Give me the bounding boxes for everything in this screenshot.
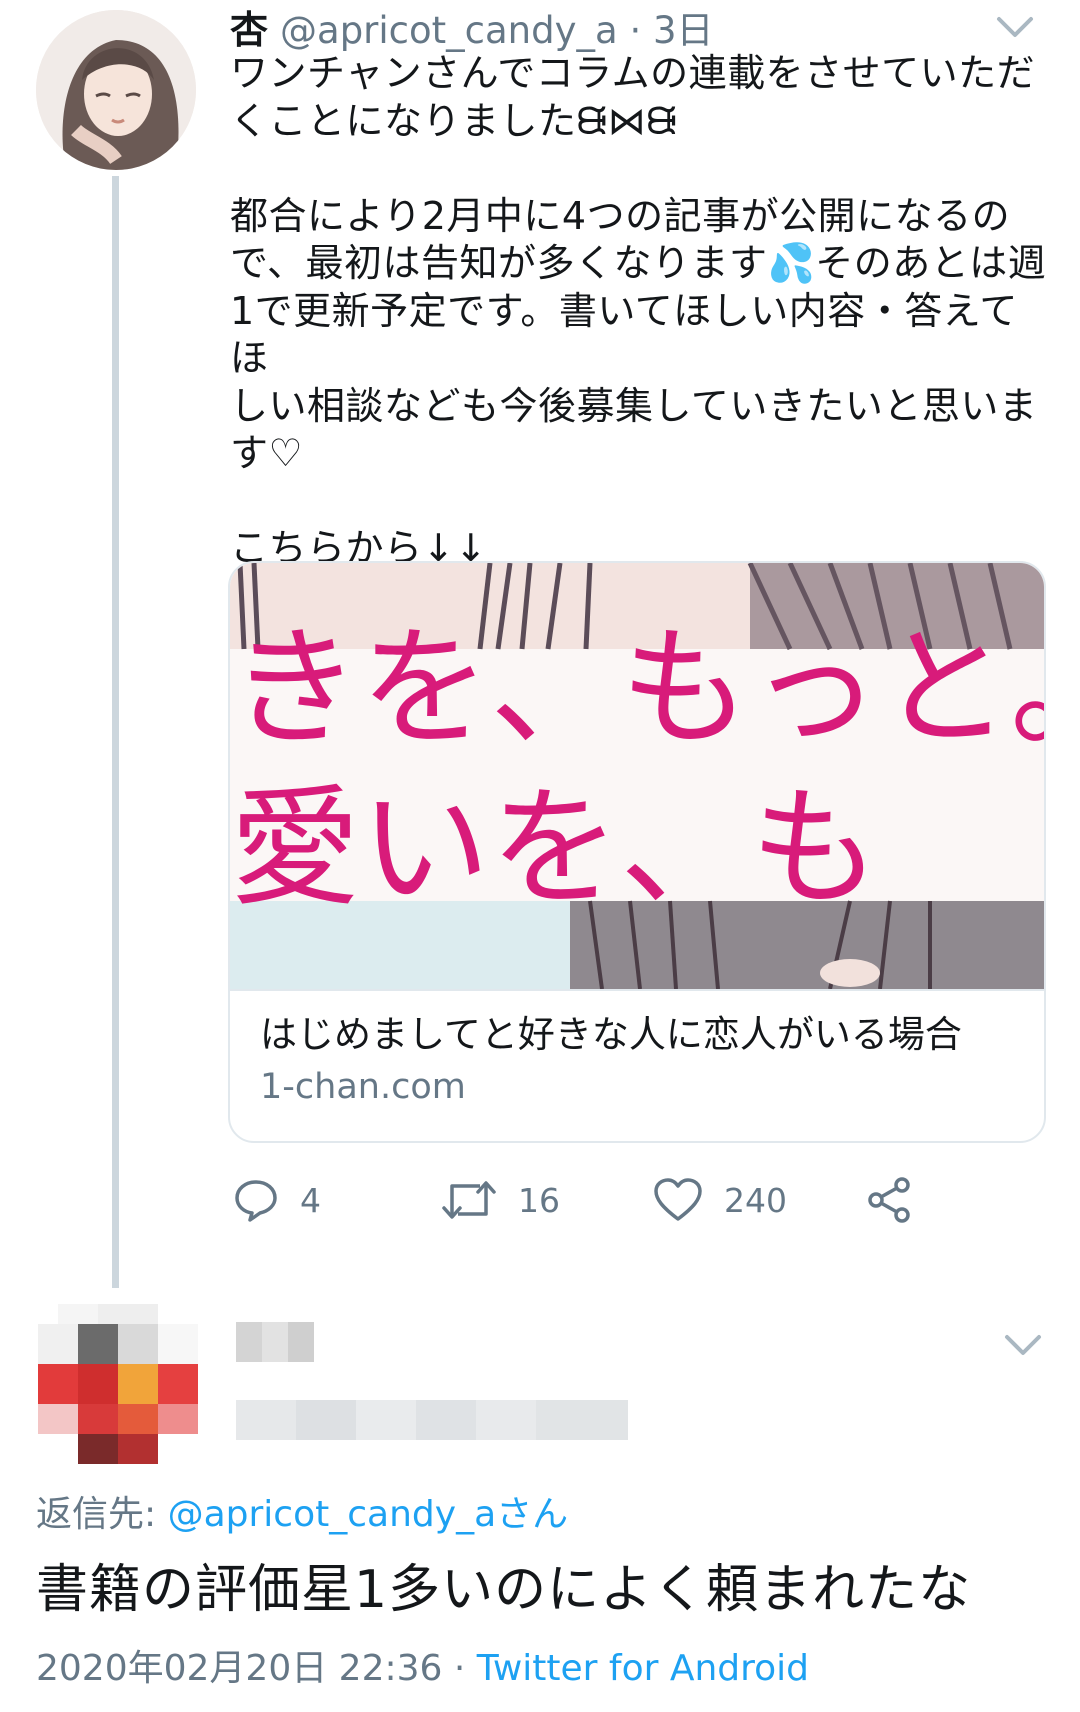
card-domain[interactable]: 1-chan.com [260,1063,466,1111]
author-avatar[interactable] [36,10,196,170]
card-image-text-1: きを、もっと。 [230,612,1044,764]
reply-handle-pixelated [236,1400,628,1440]
reply-to-line: 返信先: @apricot_candy_aさん [36,1490,568,1540]
retweet-count: 16 [518,1180,560,1220]
reply-count: 4 [300,1180,321,1220]
card-image-text-2: 愛いを、も [230,772,880,924]
reply-menu-chevron-down-icon[interactable] [1004,1330,1042,1360]
avatar-illustration [36,10,196,170]
tweet-menu-chevron-down-icon[interactable] [996,12,1034,42]
thread-connector-line [112,176,119,1288]
card-image: きを、もっと。 愛いを、も [230,563,1044,989]
handle[interactable]: @apricot_candy_a [280,9,618,52]
reply-source-link[interactable]: Twitter for Android [477,1648,809,1689]
reply-to-prefix: 返信先: [36,1494,157,1535]
retweet-button[interactable]: 16 [440,1172,560,1228]
display-name[interactable]: 杏 [230,8,268,52]
card-title[interactable]: はじめましてと好きな人に恋人がいる場合 [260,1011,1030,1059]
retweet-icon [442,1181,496,1219]
tweet-text: ワンチャンさんでコラムの連載をさせていただ くことになりましたᙠ⋈ᙠ 都合により… [230,51,1047,570]
reply-display-name-pixelated [236,1322,314,1362]
share-button[interactable] [866,1172,914,1228]
meta-separator: · [453,1648,466,1689]
reply-author-avatar-pixelated[interactable] [38,1304,198,1464]
time-ago[interactable]: 3日 [653,9,714,52]
card-divider [230,989,1044,991]
reply-meta: 2020年02月20日 22:36 · Twitter for Android [36,1644,809,1694]
share-icon [868,1177,910,1223]
reply-timestamp: 2020年02月20日 22:36 [36,1648,443,1689]
reply-button[interactable]: 4 [232,1172,321,1228]
reply-icon [235,1180,277,1222]
like-count: 240 [724,1180,787,1220]
reply-to-mention[interactable]: @apricot_candy_aさん [168,1494,569,1535]
link-card[interactable]: きを、もっと。 愛いを、も はじめましてと好きな人に恋人がいる場合 1-chan… [228,561,1046,1143]
reply-text: 書籍の評価星1多いのによく頼まれたな [36,1560,972,1620]
heart-icon [654,1178,702,1221]
like-button[interactable]: 240 [652,1172,787,1228]
header-separator: · [629,9,642,52]
